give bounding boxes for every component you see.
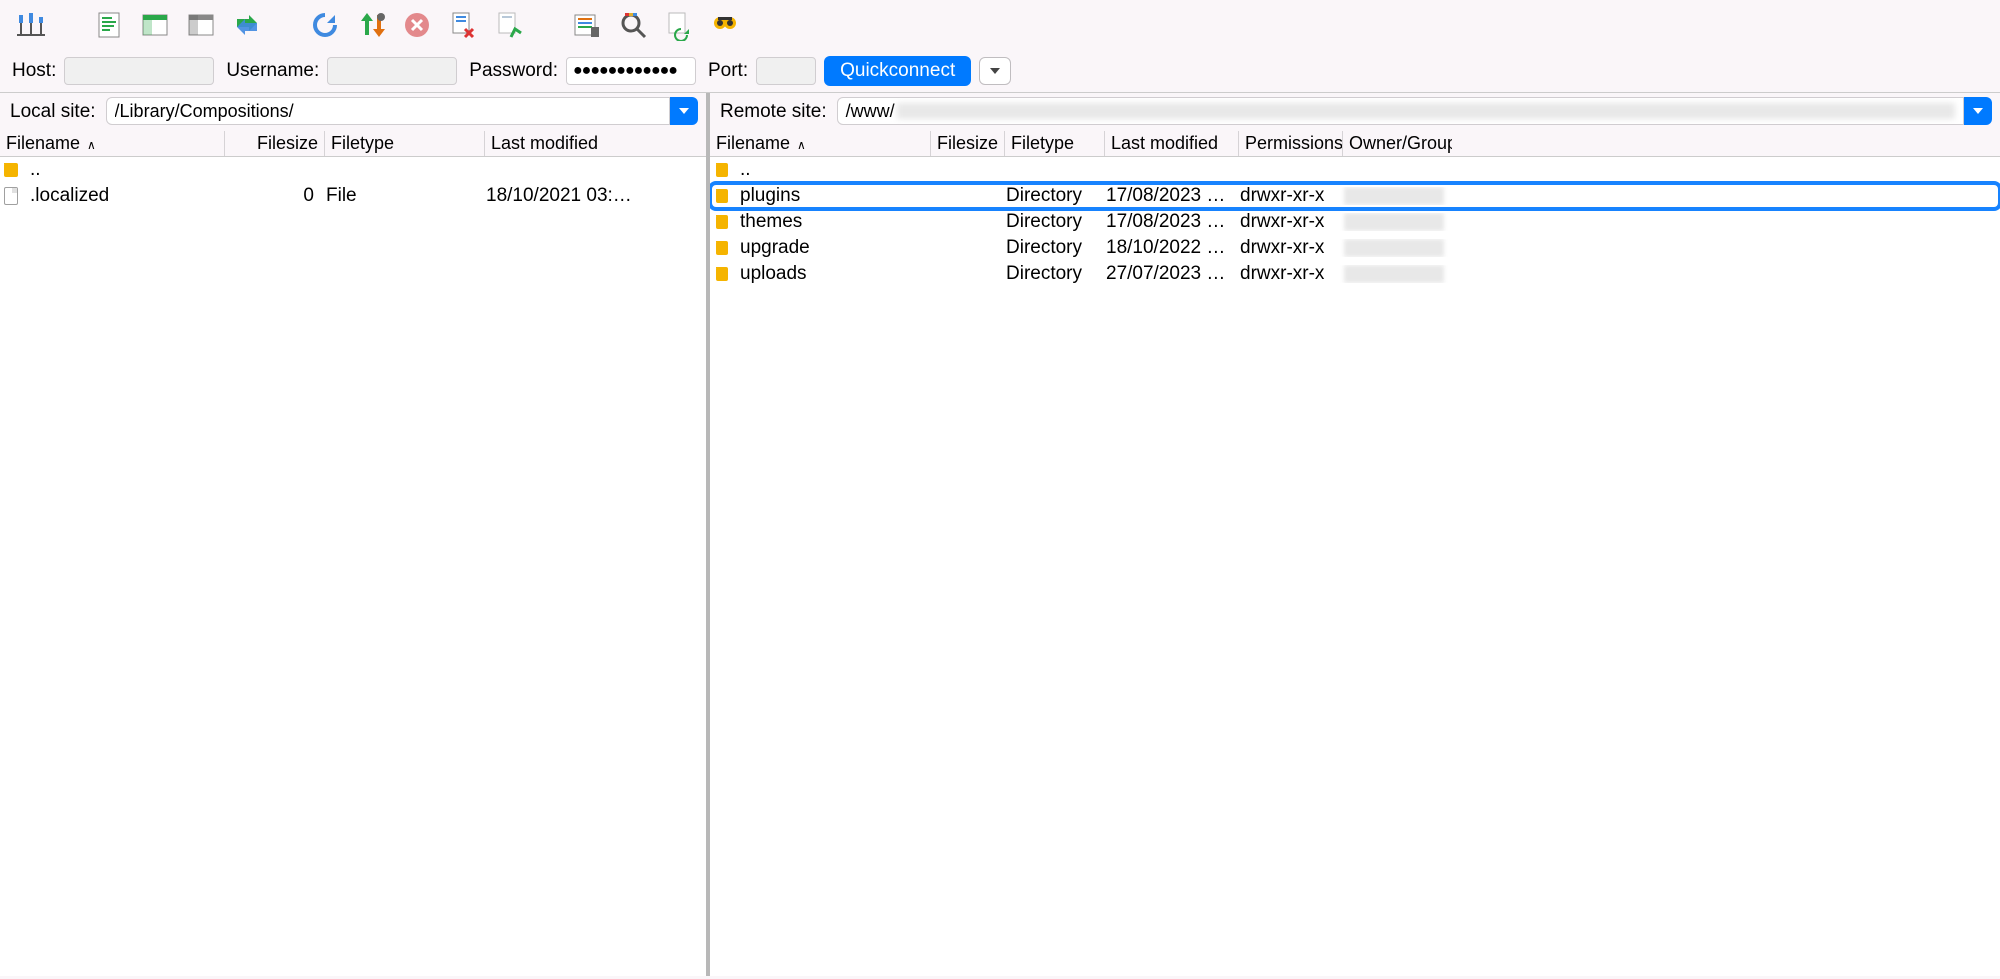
remote-path-dropdown[interactable] [1964,97,1992,125]
col-modified[interactable]: Last modified [1104,131,1238,156]
chevron-down-icon [1973,108,1983,114]
owner [1338,239,1448,257]
remote-pane: Remote site: /www/ Filename ∧ Filesize F… [710,93,2000,976]
sync-browse-icon[interactable] [658,4,700,46]
filename: .. [734,159,926,181]
filename: upgrade [734,237,926,259]
toolbar [0,0,2000,50]
filename: .localized [24,185,220,207]
toggle-remote-tree-icon[interactable] [180,4,222,46]
host-label: Host: [12,60,56,82]
sort-asc-icon: ∧ [87,138,96,152]
chevron-down-icon [679,108,689,114]
sort-asc-icon: ∧ [797,138,806,152]
host-input[interactable] [64,57,214,85]
username-label: Username: [226,60,319,82]
quickconnect-button[interactable]: Quickconnect [824,56,971,86]
list-item[interactable]: plugins Directory17/08/2023 0…drwxr-xr-x [710,183,2000,209]
modified: 17/08/2023 0… [1100,211,1234,233]
modified: 18/10/2022 0… [1100,237,1234,259]
local-path-dropdown[interactable] [670,97,698,125]
search-icon[interactable] [704,4,746,46]
site-manager-icon[interactable] [10,4,52,46]
folder-icon [716,215,728,229]
col-filename[interactable]: Filename ∧ [0,131,224,156]
remote-columns: Filename ∧ Filesize Filetype Last modifi… [710,131,2000,157]
file-icon [4,187,18,205]
col-filetype[interactable]: Filetype [324,131,484,156]
quickconnect-history-dropdown[interactable] [979,57,1011,85]
folder-icon [716,267,728,281]
reconnect-icon[interactable] [488,4,530,46]
cancel-icon[interactable] [396,4,438,46]
filetype: Directory [1000,211,1100,233]
list-item[interactable]: uploads Directory27/07/2023 1…drwxr-xr-x [710,261,2000,287]
chevron-down-icon [990,68,1000,74]
remote-site-label: Remote site: [714,97,833,127]
local-site-label: Local site: [4,97,102,127]
list-item[interactable]: .localized0File18/10/2021 03:3… [0,183,706,209]
remote-file-list[interactable]: ..pluginsDirectory17/08/2023 0…drwxr-xr-… [710,157,2000,976]
folder-icon [716,163,728,177]
filetype: Directory [1000,237,1100,259]
col-filename[interactable]: Filename ∧ [710,131,930,156]
col-filesize[interactable]: Filesize [224,131,324,156]
password-label: Password: [469,60,558,82]
col-modified[interactable]: Last modified [484,131,642,156]
folder-icon [716,241,728,255]
list-item[interactable]: .. [0,157,706,183]
modified: 18/10/2021 03:3… [480,185,638,207]
col-filetype[interactable]: Filetype [1004,131,1104,156]
toggle-queue-icon[interactable] [226,4,268,46]
connection-bar: Host: Username: Password: Port: Quickcon… [0,50,2000,93]
filesize: 0 [220,185,320,207]
toggle-local-tree-icon[interactable] [134,4,176,46]
toggle-log-icon[interactable] [88,4,130,46]
col-permissions[interactable]: Permissions [1238,131,1342,156]
compare-icon[interactable] [612,4,654,46]
permissions: drwxr-xr-x [1234,263,1338,285]
permissions: drwxr-xr-x [1234,211,1338,233]
password-input[interactable] [566,57,696,85]
col-filesize[interactable]: Filesize [930,131,1004,156]
remote-path-input[interactable]: /www/ [837,97,1964,125]
modified: 27/07/2023 1… [1100,263,1234,285]
permissions: drwxr-xr-x [1234,185,1338,207]
list-item[interactable]: .. [710,157,2000,183]
list-item[interactable]: themes Directory17/08/2023 0…drwxr-xr-x [710,209,2000,235]
folder-icon [716,189,728,203]
owner [1338,187,1448,205]
filetype: File [320,185,480,207]
filetype: Directory [1000,263,1100,285]
filename: uploads [734,263,926,285]
filename: plugins [734,185,926,207]
disconnect-icon[interactable] [442,4,484,46]
local-path-input[interactable] [106,97,670,125]
filter-icon[interactable] [566,4,608,46]
folder-icon [4,163,18,177]
local-pane: Local site: Filename ∧ Filesize Filetype… [0,93,710,976]
filetype: Directory [1000,185,1100,207]
owner [1338,213,1448,231]
port-label: Port: [708,60,748,82]
col-owner[interactable]: Owner/Group [1342,131,1452,156]
modified: 17/08/2023 0… [1100,185,1234,207]
list-item[interactable]: upgrade Directory18/10/2022 0…drwxr-xr-x [710,235,2000,261]
local-columns: Filename ∧ Filesize Filetype Last modifi… [0,131,706,157]
owner [1338,265,1448,283]
process-queue-icon[interactable] [350,4,392,46]
permissions: drwxr-xr-x [1234,237,1338,259]
filename: themes [734,211,926,233]
refresh-icon[interactable] [304,4,346,46]
filename: .. [24,159,220,181]
username-input[interactable] [327,57,457,85]
port-input[interactable] [756,57,816,85]
local-file-list[interactable]: ...localized0File18/10/2021 03:3… [0,157,706,976]
